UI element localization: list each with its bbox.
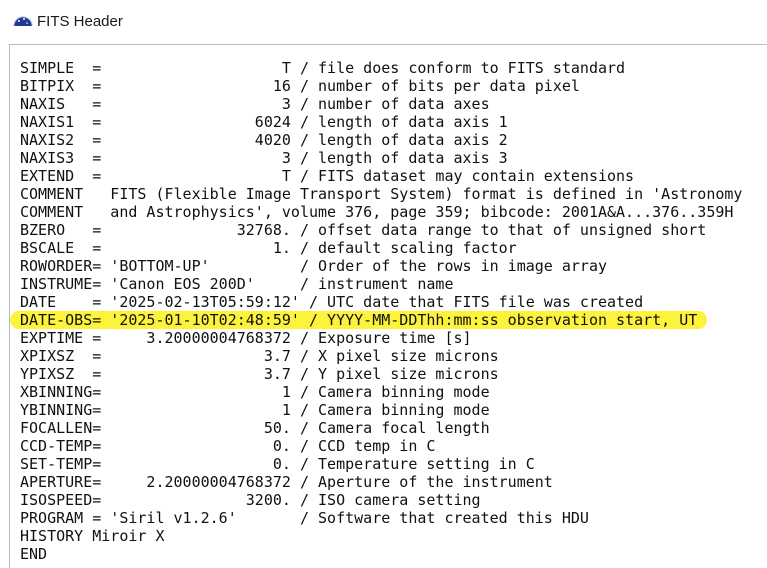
header-line: XBINNING= 1 / Camera binning mode — [20, 383, 490, 401]
header-line: COMMENT and Astrophysics', volume 376, p… — [20, 203, 734, 221]
header-line-wrap: DATE = '2025-02-13T05:59:12' / UTC date … — [20, 293, 742, 311]
header-line-wrap: ROWORDER= 'BOTTOM-UP' / Order of the row… — [20, 257, 742, 275]
header-line: END — [20, 545, 48, 563]
header-line: YBINNING= 1 / Camera binning mode — [20, 401, 490, 419]
header-line: INSTRUME= 'Canon EOS 200D' / instrument … — [20, 275, 454, 293]
header-line-wrap: NAXIS = 3 / number of data axes — [20, 95, 742, 113]
header-line-wrap: BSCALE = 1. / default scaling factor — [20, 239, 742, 257]
header-line: DATE = '2025-02-13T05:59:12' / UTC date … — [20, 293, 644, 311]
header-line: COMMENT FITS (Flexible Image Transport S… — [20, 185, 743, 203]
header-line-wrap: BZERO = 32768. / offset data range to th… — [20, 221, 742, 239]
header-line: NAXIS1 = 6024 / length of data axis 1 — [20, 113, 508, 131]
header-line: EXPTIME = 3.20000004768372 / Exposure ti… — [20, 329, 472, 347]
header-line: EXTEND = T / FITS dataset may contain ex… — [20, 167, 635, 185]
header-line-wrap: NAXIS2 = 4020 / length of data axis 2 — [20, 131, 742, 149]
header-line: HISTORY Miroir X — [20, 527, 165, 545]
header-line: ISOSPEED= 3200. / ISO camera setting — [20, 491, 481, 509]
header-line-wrap: EXTEND = T / FITS dataset may contain ex… — [20, 167, 742, 185]
header-line-wrap: NAXIS1 = 6024 / length of data axis 1 — [20, 113, 742, 131]
header-line: SET-TEMP= 0. / Temperature setting in C — [20, 455, 535, 473]
header-line-wrap: EXPTIME = 3.20000004768372 / Exposure ti… — [20, 329, 742, 347]
header-line: SIMPLE = T / file does conform to FITS s… — [20, 59, 626, 77]
header-line-wrap: XPIXSZ = 3.7 / X pixel size microns — [20, 347, 742, 365]
header-line-wrap: DATE-OBS= '2025-01-10T02:48:59' / YYYY-M… — [10, 311, 742, 329]
header-line-wrap: XBINNING= 1 / Camera binning mode — [20, 383, 742, 401]
header-line: BZERO = 32768. / offset data range to th… — [20, 221, 707, 239]
header-line: CCD-TEMP= 0. / CCD temp in C — [20, 437, 436, 455]
header-line: BITPIX = 16 / number of bits per data pi… — [20, 77, 580, 95]
header-line: NAXIS2 = 4020 / length of data axis 2 — [20, 131, 508, 149]
header-line-wrap: END — [20, 545, 742, 563]
header-line: NAXIS3 = 3 / length of data axis 3 — [20, 149, 508, 167]
header-line: FOCALLEN= 50. / Camera focal length — [20, 419, 490, 437]
fits-app-icon — [13, 16, 33, 27]
title-bar: FITS Header — [0, 0, 767, 44]
header-line: APERTURE= 2.20000004768372 / Aperture of… — [20, 473, 553, 491]
header-line-wrap: YPIXSZ = 3.7 / Y pixel size microns — [20, 365, 742, 383]
header-line-wrap: HISTORY Miroir X — [20, 527, 742, 545]
header-line-wrap: COMMENT FITS (Flexible Image Transport S… — [20, 185, 742, 203]
header-line-wrap: YBINNING= 1 / Camera binning mode — [20, 401, 742, 419]
header-line: ROWORDER= 'BOTTOM-UP' / Order of the row… — [20, 257, 607, 275]
header-line: YPIXSZ = 3.7 / Y pixel size microns — [20, 365, 499, 383]
header-line: XPIXSZ = 3.7 / X pixel size microns — [20, 347, 499, 365]
window-title: FITS Header — [37, 13, 123, 30]
header-line-wrap: SIMPLE = T / file does conform to FITS s… — [20, 59, 742, 77]
header-line-wrap: INSTRUME= 'Canon EOS 200D' / instrument … — [20, 275, 742, 293]
header-line: PROGRAM = 'Siril v1.2.6' / Software that… — [20, 509, 589, 527]
header-line-wrap: FOCALLEN= 50. / Camera focal length — [20, 419, 742, 437]
header-line-wrap: NAXIS3 = 3 / length of data axis 3 — [20, 149, 742, 167]
header-line-wrap: APERTURE= 2.20000004768372 / Aperture of… — [20, 473, 742, 491]
header-line-wrap: PROGRAM = 'Siril v1.2.6' / Software that… — [20, 509, 742, 527]
header-line-wrap: COMMENT and Astrophysics', volume 376, p… — [20, 203, 742, 221]
header-line-wrap: ISOSPEED= 3200. / ISO camera setting — [20, 491, 742, 509]
header-line: NAXIS = 3 / number of data axes — [20, 95, 490, 113]
header-line-wrap: CCD-TEMP= 0. / CCD temp in C — [20, 437, 742, 455]
fits-header-text: SIMPLE = T / file does conform to FITS s… — [10, 59, 742, 563]
header-line-wrap: BITPIX = 16 / number of bits per data pi… — [20, 77, 742, 95]
header-line-wrap: SET-TEMP= 0. / Temperature setting in C — [20, 455, 742, 473]
header-line: BSCALE = 1. / default scaling factor — [20, 239, 517, 257]
highlighted-header-line: DATE-OBS= '2025-01-10T02:48:59' / YYYY-M… — [10, 311, 708, 329]
